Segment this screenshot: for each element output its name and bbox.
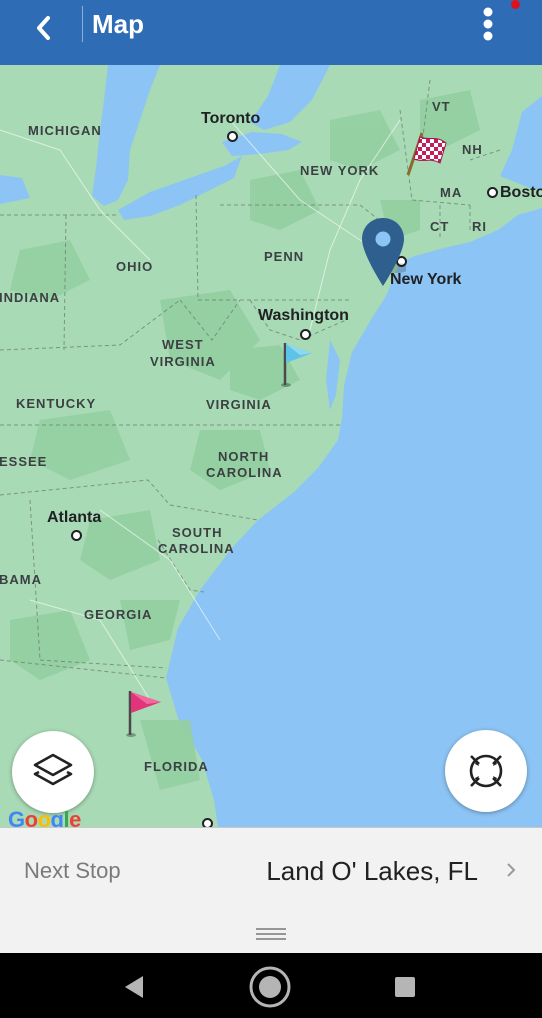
state-label-west-virginia-2: VIRGINIA bbox=[150, 354, 216, 369]
state-label-kentucky: KENTUCKY bbox=[16, 396, 97, 411]
state-label-north-carolina-2: CAROLINA bbox=[206, 465, 283, 480]
map-terrain bbox=[0, 65, 542, 827]
city-dot-south-florida bbox=[202, 818, 213, 827]
nav-recents-button[interactable] bbox=[383, 965, 427, 1009]
recenter-button[interactable] bbox=[445, 730, 527, 812]
city-label-toronto: Toronto bbox=[201, 110, 261, 127]
state-label-ohio: OHIO bbox=[116, 259, 154, 274]
state-label-tennessee: ESSEE bbox=[0, 454, 48, 469]
next-stop-label: Next Stop bbox=[24, 858, 121, 883]
nav-home-button[interactable] bbox=[248, 965, 292, 1009]
state-label-alabama: BAMA bbox=[0, 572, 42, 587]
back-arrow-icon bbox=[37, 16, 50, 40]
chevron-right-icon bbox=[507, 863, 516, 877]
state-label-virginia: VIRGINIA bbox=[206, 397, 272, 412]
google-logo: Google bbox=[8, 807, 81, 827]
city-dot-toronto bbox=[227, 131, 238, 142]
state-label-new-york: NEW YORK bbox=[300, 163, 380, 178]
state-label-georgia: GEORGIA bbox=[84, 607, 153, 622]
state-label-michigan: MICHIGAN bbox=[28, 123, 102, 138]
layers-button[interactable] bbox=[12, 731, 94, 813]
state-label-ma: MA bbox=[440, 185, 463, 200]
state-label-north-carolina-1: NORTH bbox=[218, 449, 270, 464]
system-nav-bar bbox=[0, 953, 542, 1018]
city-label-washington: Washington bbox=[258, 307, 349, 324]
page-title: Map bbox=[92, 9, 144, 39]
more-options-button[interactable] bbox=[470, 4, 506, 44]
state-label-nh: NH bbox=[462, 142, 483, 157]
state-label-ct: CT bbox=[430, 219, 450, 234]
state-label-south-carolina-1: SOUTH bbox=[172, 525, 223, 540]
nav-home-icon bbox=[249, 966, 291, 1008]
state-label-penn: PENN bbox=[264, 249, 305, 264]
state-label-florida: FLORIDA bbox=[144, 759, 209, 774]
checkered-flag-icon[interactable] bbox=[402, 131, 450, 179]
next-stop-value: Land O' Lakes, FL bbox=[266, 856, 478, 886]
state-label-indiana: INDIANA bbox=[0, 290, 61, 305]
pink-flag-icon[interactable] bbox=[125, 687, 165, 739]
city-label-boston: Boston bbox=[500, 184, 542, 201]
nav-recents-icon bbox=[395, 977, 415, 997]
drawer-handle[interactable] bbox=[0, 914, 542, 953]
location-pin-icon[interactable] bbox=[360, 216, 406, 288]
recenter-icon bbox=[469, 754, 503, 788]
drag-handle-icon bbox=[256, 928, 286, 940]
city-dot-atlanta bbox=[71, 530, 82, 541]
notification-dot bbox=[511, 0, 520, 9]
blue-flag-icon[interactable] bbox=[280, 339, 316, 389]
city-dot-boston bbox=[487, 187, 498, 198]
app-bar-divider bbox=[82, 6, 83, 42]
state-label-ri: RI bbox=[472, 219, 487, 234]
nav-back-button[interactable] bbox=[112, 965, 156, 1009]
state-label-vt: VT bbox=[432, 99, 451, 114]
more-vertical-icon bbox=[483, 7, 493, 41]
next-stop-row[interactable]: Next Stop Land O' Lakes, FL bbox=[0, 827, 542, 915]
app-bar: Map bbox=[0, 0, 542, 65]
state-label-south-carolina-2: CAROLINA bbox=[158, 541, 235, 556]
map-view[interactable]: MICHIGAN OHIO INDIANA WEST VIRGINIA VIRG… bbox=[0, 65, 542, 827]
nav-back-icon bbox=[125, 976, 143, 998]
city-label-atlanta: Atlanta bbox=[47, 509, 102, 526]
state-label-west-virginia-1: WEST bbox=[162, 337, 204, 352]
layers-icon bbox=[33, 753, 73, 786]
back-button[interactable] bbox=[24, 8, 64, 48]
